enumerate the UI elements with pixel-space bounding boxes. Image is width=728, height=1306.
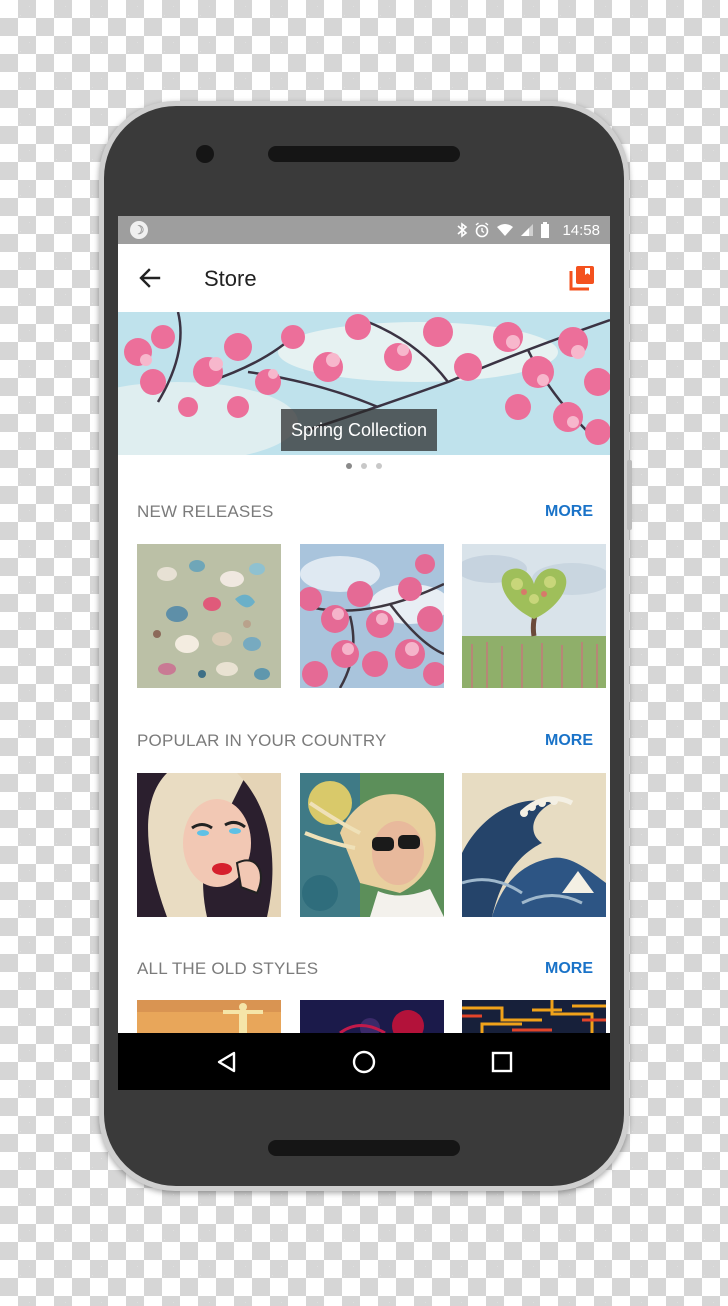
recents-square-icon — [491, 1051, 513, 1073]
style-tile-pop-art-woman[interactable] — [137, 773, 281, 917]
library-icon — [569, 266, 594, 291]
app-bar: Store — [118, 244, 610, 312]
bottom-speaker — [268, 1140, 460, 1156]
system-nav-bar — [118, 1033, 610, 1090]
statue-image — [137, 1000, 281, 1033]
back-button[interactable] — [136, 264, 164, 292]
pager-dot-active[interactable] — [346, 463, 352, 469]
pager-dot[interactable] — [361, 463, 367, 469]
pager-dot[interactable] — [376, 463, 382, 469]
phone-screen: ☽ 14:58 Store Spring Collection NEW RELE… — [118, 216, 610, 1090]
heart-tree-image — [462, 544, 606, 688]
page-title: Store — [204, 266, 257, 291]
circuit-image — [462, 1000, 606, 1033]
wifi-icon — [497, 224, 514, 236]
banner-pager — [118, 460, 610, 472]
battery-icon — [541, 222, 550, 238]
more-popular-link[interactable]: MORE — [545, 732, 593, 750]
more-new-releases-link[interactable]: MORE — [545, 503, 593, 521]
status-icons: 14:58 — [456, 220, 600, 240]
library-button[interactable] — [568, 264, 596, 292]
front-camera — [196, 145, 214, 163]
style-tile-seashells[interactable] — [137, 544, 281, 688]
dark-flower-image — [300, 1000, 444, 1033]
style-tile-cherry-blossom[interactable] — [300, 544, 444, 688]
status-bar: ☽ 14:58 — [118, 216, 610, 244]
style-tile-circuit[interactable] — [462, 1000, 606, 1033]
style-tile-sunglasses-woman[interactable] — [300, 773, 444, 917]
sunglasses-woman-image — [300, 773, 444, 917]
signal-icon — [521, 224, 534, 236]
arrow-back-icon — [139, 268, 161, 288]
moon-notification-icon: ☽ — [130, 221, 148, 239]
earpiece-speaker — [268, 146, 460, 162]
pop-art-woman-image — [137, 773, 281, 917]
banner-caption: Spring Collection — [281, 409, 438, 451]
seashells-image — [137, 544, 281, 688]
more-old-styles-link[interactable]: MORE — [545, 960, 593, 978]
status-time: 14:58 — [562, 221, 600, 239]
style-tile-great-wave[interactable] — [462, 773, 606, 917]
section-title-old-styles: ALL THE OLD STYLES — [137, 959, 319, 978]
great-wave-image — [462, 773, 606, 917]
nav-home-button[interactable] — [351, 1049, 377, 1075]
style-tile-statue[interactable] — [137, 1000, 281, 1033]
section-title-popular: POPULAR IN YOUR COUNTRY — [137, 731, 387, 750]
nav-back-button[interactable] — [214, 1049, 240, 1075]
nav-recents-button[interactable] — [489, 1049, 515, 1075]
featured-banner[interactable]: Spring Collection — [118, 312, 610, 455]
phone-side-button — [627, 460, 632, 530]
section-title-new-releases: NEW RELEASES — [137, 502, 274, 521]
bluetooth-icon — [457, 222, 468, 238]
style-tile-dark-flower[interactable] — [300, 1000, 444, 1033]
back-triangle-icon — [217, 1051, 236, 1073]
style-tile-heart-tree[interactable] — [462, 544, 606, 688]
alarm-icon — [476, 222, 489, 238]
home-circle-icon — [352, 1050, 376, 1074]
cherry-blossom-image — [300, 544, 444, 688]
